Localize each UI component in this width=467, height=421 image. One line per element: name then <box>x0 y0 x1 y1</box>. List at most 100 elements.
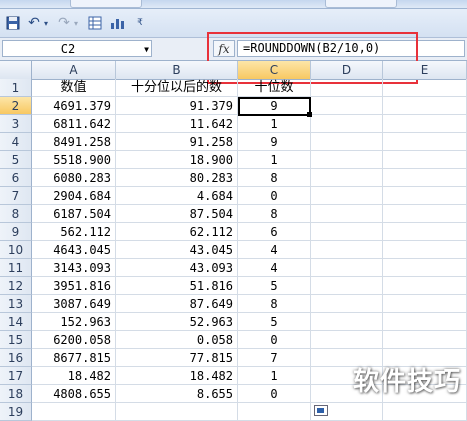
cell-tens-digit[interactable]: 7 <box>238 349 311 367</box>
cell-tens-digit[interactable]: 9 <box>238 97 311 115</box>
insert-function-button[interactable]: fx <box>213 40 235 57</box>
cell-fraction[interactable]: 80.283 <box>116 169 238 187</box>
cell-value[interactable]: 6187.504 <box>32 205 116 223</box>
cell-empty[interactable] <box>383 313 467 331</box>
cell-value[interactable]: 3143.093 <box>32 259 116 277</box>
cell-value[interactable]: 18.482 <box>32 367 116 385</box>
cell-fraction[interactable]: 0.058 <box>116 331 238 349</box>
cell-empty[interactable] <box>383 295 467 313</box>
cell-tens-digit[interactable]: 4 <box>238 259 311 277</box>
cell-empty[interactable] <box>311 151 383 169</box>
cell-value[interactable]: 6200.058 <box>32 331 116 349</box>
row-header[interactable]: 1 <box>0 79 32 97</box>
cell-fraction[interactable]: 91.258 <box>116 133 238 151</box>
row-header[interactable]: 13 <box>0 295 32 313</box>
row-header[interactable]: 11 <box>0 259 32 277</box>
cell-fraction[interactable]: 43.045 <box>116 241 238 259</box>
row-header[interactable]: 9 <box>0 223 32 241</box>
cell-value[interactable]: 4691.379 <box>32 97 116 115</box>
redo-dropdown-icon[interactable]: ▾ <box>72 14 80 32</box>
cell-empty[interactable] <box>311 295 383 313</box>
cell-fraction[interactable]: 77.815 <box>116 349 238 367</box>
cell-empty[interactable] <box>311 133 383 151</box>
fill-handle[interactable] <box>307 112 312 117</box>
redo-icon[interactable]: ↷ <box>56 14 72 32</box>
table-icon[interactable] <box>86 14 104 32</box>
cell-a19[interactable] <box>32 403 116 421</box>
cell-empty[interactable] <box>383 331 467 349</box>
cell-empty[interactable] <box>311 187 383 205</box>
chevron-down-icon[interactable]: ▼ <box>144 41 149 58</box>
cell-e19[interactable] <box>383 403 467 421</box>
cell-fraction[interactable]: 62.112 <box>116 223 238 241</box>
cell-empty[interactable] <box>383 97 467 115</box>
cell-value[interactable]: 6811.642 <box>32 115 116 133</box>
cell-tens-digit[interactable]: 0 <box>238 187 311 205</box>
cell-empty[interactable] <box>311 115 383 133</box>
cell-empty[interactable] <box>311 241 383 259</box>
cell-tens-digit[interactable]: 0 <box>238 331 311 349</box>
row-header[interactable]: 6 <box>0 169 32 187</box>
row-header[interactable]: 17 <box>0 367 32 385</box>
row-header[interactable]: 7 <box>0 187 32 205</box>
cell-value[interactable]: 3087.649 <box>32 295 116 313</box>
cell-empty[interactable] <box>383 205 467 223</box>
cell-fraction[interactable]: 51.816 <box>116 277 238 295</box>
cell-empty[interactable] <box>311 223 383 241</box>
cell-tens-digit[interactable]: 1 <box>238 151 311 169</box>
formula-input[interactable]: =ROUNDDOWN(B2/10,0) <box>237 40 465 57</box>
row-header[interactable]: 18 <box>0 385 32 403</box>
row-header[interactable]: 16 <box>0 349 32 367</box>
cell-value[interactable]: 8677.815 <box>32 349 116 367</box>
row-header[interactable]: 19 <box>0 403 32 421</box>
cell-value[interactable]: 3951.816 <box>32 277 116 295</box>
cell-empty[interactable] <box>311 97 383 115</box>
cell-fraction[interactable]: 4.684 <box>116 187 238 205</box>
cell-empty[interactable] <box>311 169 383 187</box>
cell-tens-digit[interactable]: 0 <box>238 385 311 403</box>
cell-empty[interactable] <box>383 241 467 259</box>
cell-fraction[interactable]: 87.649 <box>116 295 238 313</box>
ribbon-button-left[interactable] <box>70 0 142 8</box>
cell-tens-digit[interactable]: 5 <box>238 313 311 331</box>
column-header-c[interactable]: C <box>238 61 311 79</box>
cell-fraction[interactable]: 91.379 <box>116 97 238 115</box>
cell-tens-digit[interactable]: 1 <box>238 115 311 133</box>
undo-icon[interactable]: ↶ <box>26 14 42 32</box>
cell-empty[interactable] <box>383 169 467 187</box>
column-header-b[interactable]: B <box>116 61 238 79</box>
chart-icon[interactable] <box>108 14 128 32</box>
cell-fraction[interactable]: 8.655 <box>116 385 238 403</box>
cell-value[interactable]: 2904.684 <box>32 187 116 205</box>
customize-toolbar-icon[interactable]: ₹ <box>134 14 146 32</box>
cell-value[interactable]: 152.963 <box>32 313 116 331</box>
cell-tens-digit[interactable]: 5 <box>238 277 311 295</box>
row-header[interactable]: 10 <box>0 241 32 259</box>
cell-value[interactable]: 4808.655 <box>32 385 116 403</box>
column-header-d[interactable]: D <box>311 61 383 79</box>
cell-empty[interactable] <box>311 259 383 277</box>
row-header[interactable]: 3 <box>0 115 32 133</box>
column-header-e[interactable]: E <box>383 61 467 79</box>
row-header[interactable]: 14 <box>0 313 32 331</box>
undo-dropdown-icon[interactable]: ▾ <box>42 14 50 32</box>
cell-empty[interactable] <box>383 151 467 169</box>
cell-tens-digit[interactable]: 8 <box>238 205 311 223</box>
cell-fraction[interactable]: 18.900 <box>116 151 238 169</box>
row-header[interactable]: 2 <box>0 97 32 115</box>
cell-empty[interactable] <box>311 331 383 349</box>
save-icon[interactable] <box>4 14 22 32</box>
cell-tens-digit[interactable]: 8 <box>238 169 311 187</box>
cell-empty[interactable] <box>383 223 467 241</box>
cell-empty[interactable] <box>383 259 467 277</box>
cell-tens-digit[interactable]: 9 <box>238 133 311 151</box>
cell-tens-digit[interactable]: 1 <box>238 367 311 385</box>
cell-fraction[interactable]: 11.642 <box>116 115 238 133</box>
cell-fraction[interactable]: 18.482 <box>116 367 238 385</box>
cell-empty[interactable] <box>311 277 383 295</box>
column-header-a[interactable]: A <box>32 61 116 79</box>
row-header[interactable]: 8 <box>0 205 32 223</box>
row-header[interactable]: 4 <box>0 133 32 151</box>
cell-empty[interactable] <box>311 313 383 331</box>
cell-a1[interactable]: 数值 <box>32 79 116 97</box>
